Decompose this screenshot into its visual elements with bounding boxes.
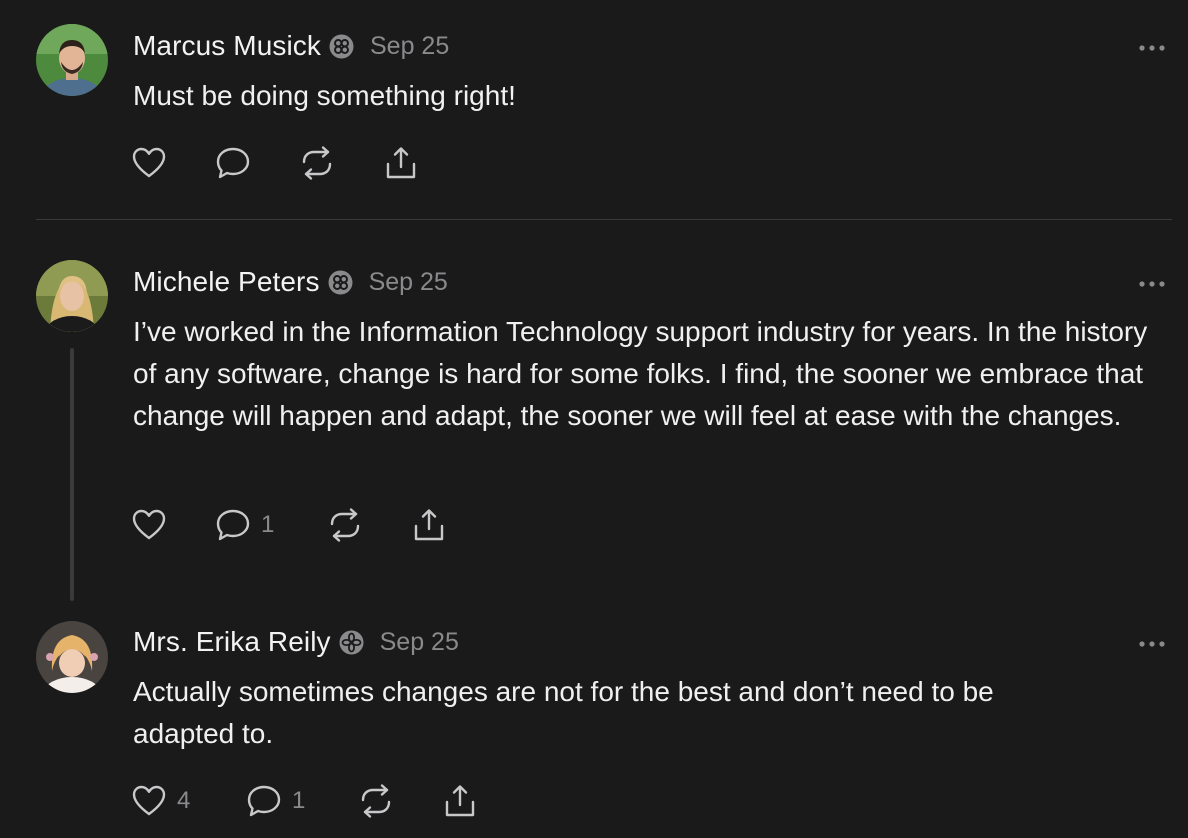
like-count: 4	[177, 787, 191, 814]
share-icon	[442, 783, 478, 819]
post-text: Must be doing something right!	[133, 80, 516, 111]
heart-icon	[131, 783, 167, 819]
share-button[interactable]	[442, 783, 482, 819]
share-button[interactable]	[383, 145, 423, 181]
reply-button[interactable]: 1	[246, 783, 358, 819]
reply-button[interactable]: 1	[215, 507, 327, 543]
avatar[interactable]	[36, 260, 108, 332]
reply-button[interactable]	[215, 145, 299, 181]
post-text: I’ve worked in the Information Technolog…	[133, 316, 1148, 431]
like-button[interactable]: 4	[131, 783, 246, 819]
avatar[interactable]	[36, 621, 108, 693]
ellipsis-icon[interactable]	[1138, 276, 1166, 287]
like-button[interactable]	[131, 145, 215, 181]
post-actions: 1	[131, 505, 451, 545]
divider	[36, 219, 1172, 220]
avatar[interactable]	[36, 24, 108, 96]
post-actions	[131, 143, 423, 183]
verified-badge-icon	[339, 630, 364, 655]
heart-icon	[131, 507, 167, 543]
speech-bubble-icon	[246, 783, 282, 819]
repost-icon	[327, 507, 363, 543]
repost-button[interactable]	[358, 783, 442, 819]
share-icon	[383, 145, 419, 181]
post-text: Actually sometimes changes are not for t…	[133, 676, 994, 749]
post-date[interactable]: Sep 25	[369, 268, 448, 297]
verified-badge-icon	[329, 34, 354, 59]
repost-button[interactable]	[327, 507, 411, 543]
post-header: Marcus Musick Sep 25	[133, 26, 449, 66]
heart-icon	[131, 145, 167, 181]
reply-count: 1	[292, 787, 306, 814]
reply-count: 1	[261, 511, 275, 538]
author-name[interactable]: Marcus Musick	[133, 30, 321, 62]
like-button[interactable]	[131, 507, 215, 543]
repost-icon	[299, 145, 335, 181]
ellipsis-icon[interactable]	[1138, 40, 1166, 51]
author-name[interactable]: Mrs. Erika Reily	[133, 626, 331, 658]
post-date[interactable]: Sep 25	[380, 628, 459, 657]
author-name[interactable]: Michele Peters	[133, 266, 320, 298]
ellipsis-icon[interactable]	[1138, 636, 1166, 647]
share-button[interactable]	[411, 507, 451, 543]
verified-badge-icon	[328, 270, 353, 295]
post-actions: 4 1	[131, 781, 482, 821]
speech-bubble-icon	[215, 145, 251, 181]
post-date[interactable]: Sep 25	[370, 32, 449, 61]
speech-bubble-icon	[215, 507, 251, 543]
thread-line	[70, 348, 74, 601]
repost-icon	[358, 783, 394, 819]
post-header: Mrs. Erika Reily Sep 25	[133, 622, 459, 662]
repost-button[interactable]	[299, 145, 383, 181]
share-icon	[411, 507, 447, 543]
post-header: Michele Peters Sep 25	[133, 262, 448, 302]
